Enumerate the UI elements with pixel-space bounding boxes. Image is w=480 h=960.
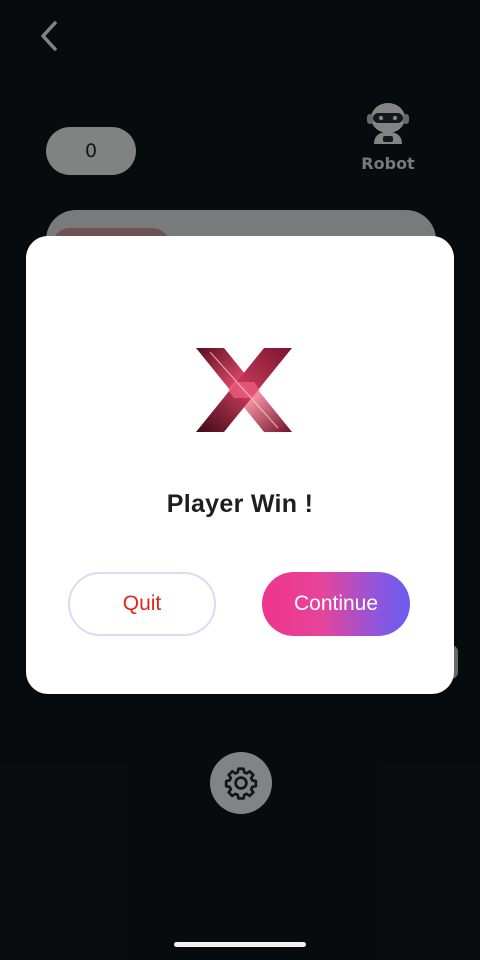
- quit-button-label: Quit: [122, 592, 162, 615]
- result-message: Player Win !: [166, 490, 314, 518]
- quit-button[interactable]: Quit: [68, 572, 216, 636]
- game-screen: 0 Robot Player Win ! Quit Continue: [0, 0, 480, 960]
- home-indicator[interactable]: [174, 942, 306, 947]
- x-mark-icon: [196, 348, 292, 432]
- continue-button[interactable]: Continue: [262, 572, 410, 636]
- continue-button-label: Continue: [293, 592, 379, 615]
